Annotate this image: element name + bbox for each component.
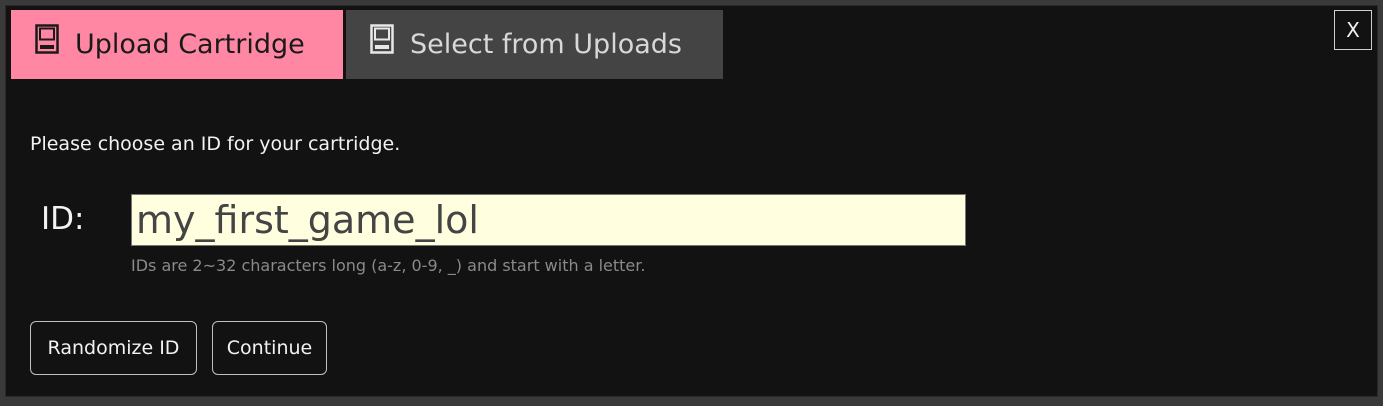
close-button[interactable]: X [1334,10,1372,50]
randomize-id-button[interactable]: Randomize ID [30,321,197,375]
tab-bar: Upload Cartridge Select from Uploads [11,10,723,79]
tab-select-from-uploads[interactable]: Select from Uploads [346,10,723,79]
id-prompt-text: Please choose an ID for your cartridge. [30,133,401,155]
tab-upload-cartridge[interactable]: Upload Cartridge [11,10,343,79]
id-hint-text: IDs are 2~32 characters long (a-z, 0-9, … [131,256,646,275]
cartridge-icon [35,23,59,54]
cartridge-id-input[interactable] [131,194,966,246]
tab-label: Select from Uploads [410,29,682,60]
tab-label: Upload Cartridge [75,29,305,60]
id-field-label: ID: [41,201,85,237]
upload-cartridge-dialog: Upload Cartridge Select from Uploads X P… [5,5,1378,397]
continue-button[interactable]: Continue [212,321,327,375]
cartridge-icon [370,23,394,54]
